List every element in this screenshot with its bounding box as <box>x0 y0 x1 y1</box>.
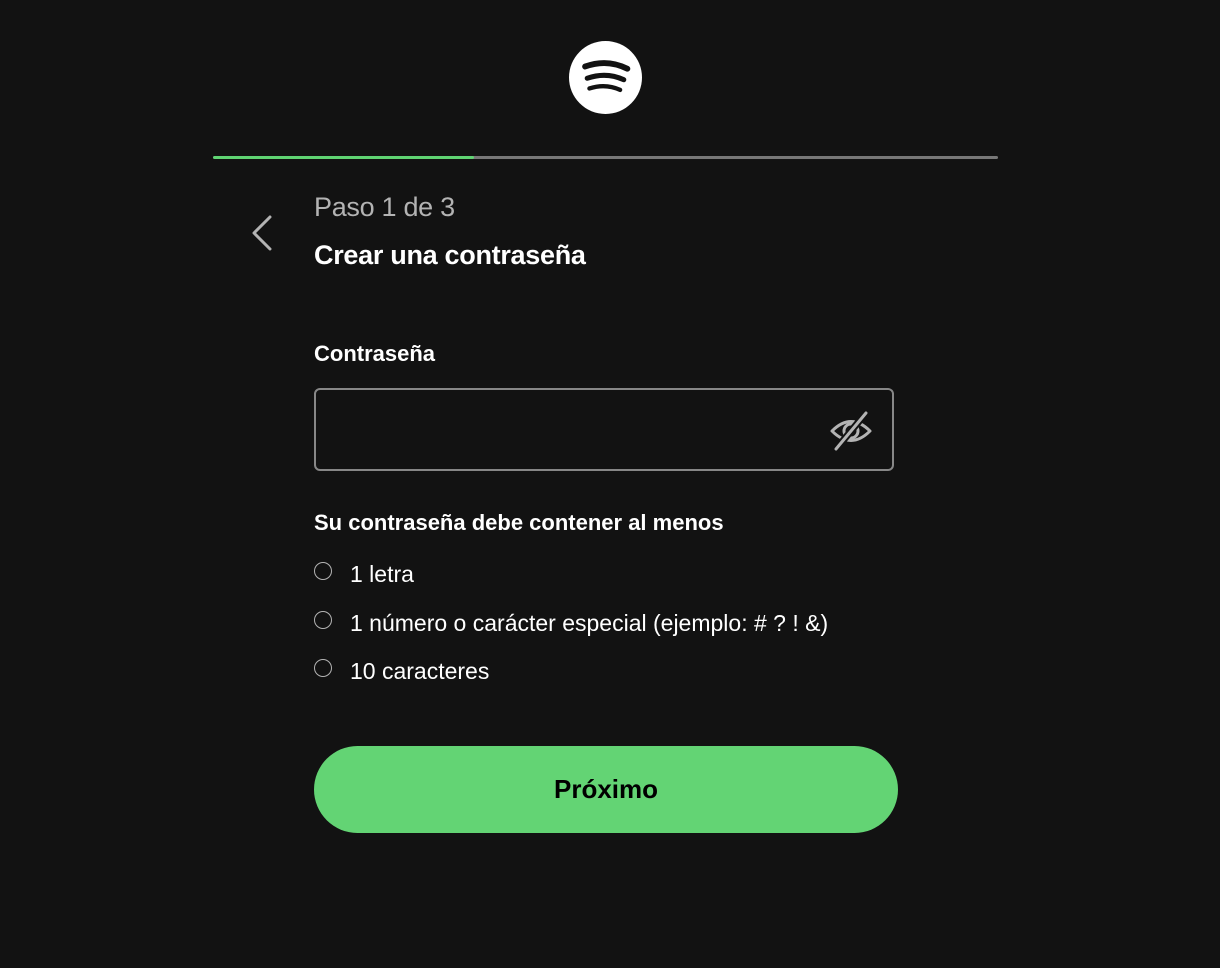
password-field-container <box>314 388 894 471</box>
requirement-status-circle-icon <box>314 610 332 629</box>
chevron-left-icon <box>252 215 272 251</box>
back-button[interactable] <box>244 212 280 254</box>
requirement-label: 10 caracteres <box>350 658 490 684</box>
requirement-status-circle-icon <box>314 659 332 677</box>
eye-slash-icon <box>830 410 872 452</box>
password-input[interactable] <box>330 390 824 471</box>
step-progress-bar <box>213 156 998 159</box>
requirement-label: 1 número o carácter especial (ejemplo: #… <box>350 609 829 636</box>
next-button[interactable]: Próximo <box>314 746 898 833</box>
spotify-logo-icon <box>569 41 642 114</box>
step-indicator: Paso 1 de 3 <box>314 192 455 222</box>
page-title: Crear una contraseña <box>314 240 586 270</box>
requirement-label: 1 letra <box>350 561 414 587</box>
requirement-status-circle-icon <box>314 562 332 580</box>
toggle-password-visibility-button[interactable] <box>828 410 874 452</box>
password-requirements-title: Su contraseña debe contener al menos <box>314 510 724 535</box>
step-progress-fill <box>213 156 475 159</box>
password-label: Contraseña <box>314 341 436 366</box>
